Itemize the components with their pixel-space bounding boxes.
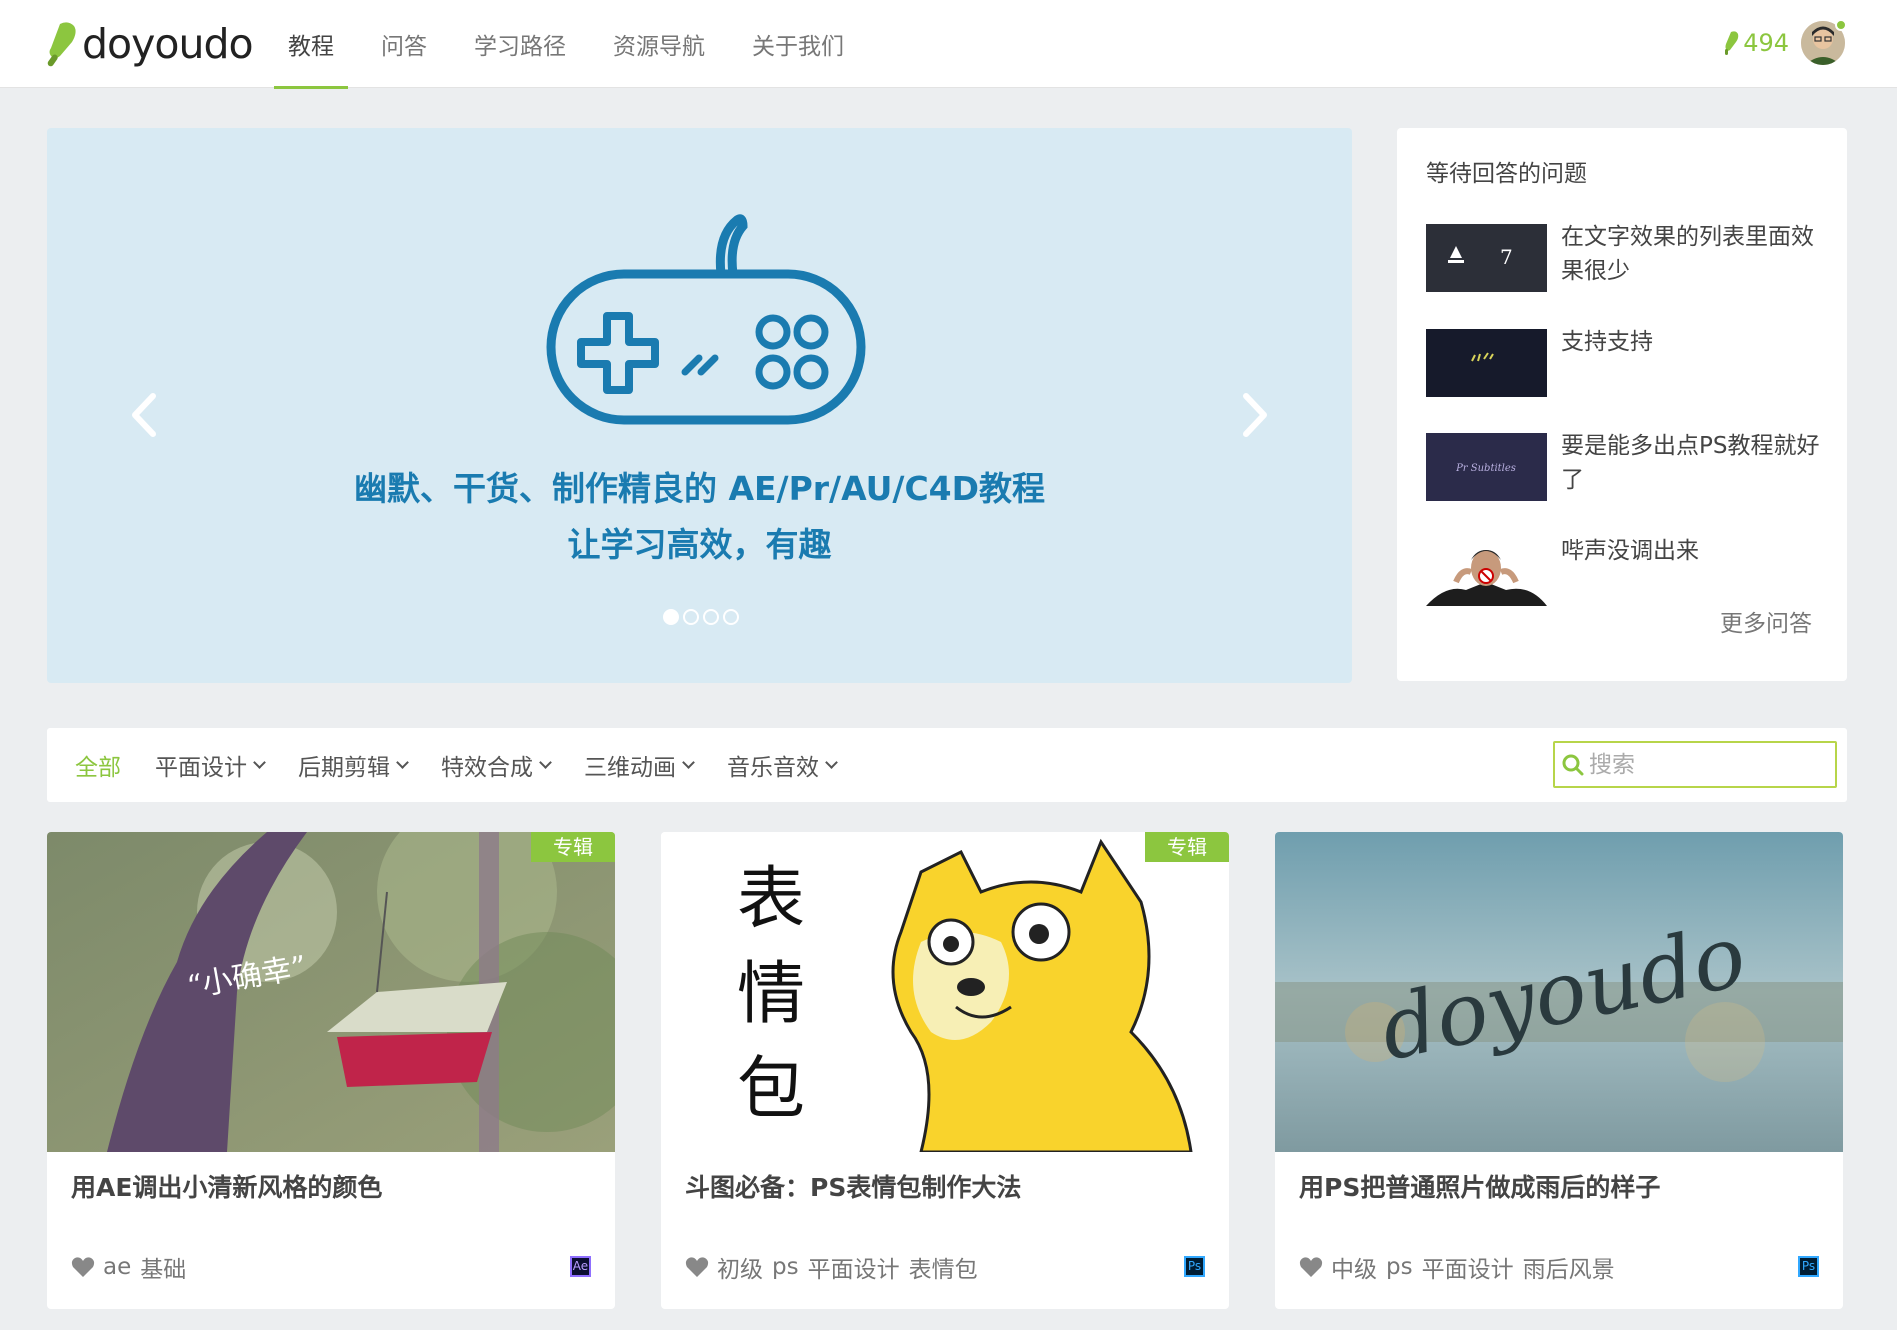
tag[interactable]: 雨后风景 [1523, 1250, 1615, 1284]
slide-dot[interactable] [663, 609, 679, 625]
card-image: doyoudo [1275, 832, 1843, 1152]
filter-label: 特效合成 [441, 755, 533, 781]
nav-learning-path[interactable]: 学习路径 [456, 0, 584, 88]
tag[interactable]: ps [1386, 1254, 1413, 1280]
card-meta: ae 基础 [71, 1250, 195, 1284]
logo[interactable]: doyoudo [46, 20, 254, 68]
chevron-down-icon [253, 756, 266, 769]
filter-graphic-design[interactable]: 平面设计 [155, 748, 266, 782]
question-thumbnail: 7 [1426, 224, 1547, 292]
chevron-down-icon [682, 756, 695, 769]
heart-icon[interactable] [685, 1256, 709, 1278]
search-box [1553, 741, 1837, 788]
svg-text:包: 包 [737, 1050, 805, 1129]
filter-label: 后期剪辑 [298, 755, 390, 781]
hero-banner[interactable]: 幽默、干货、制作精良的 AE/Pr/AU/C4D教程 让学习高效，有趣 [47, 128, 1352, 683]
tag[interactable]: ps [772, 1254, 799, 1280]
question-thumbnail [1426, 329, 1547, 397]
search-icon[interactable] [1561, 753, 1585, 777]
card-title: 用PS把普通照片做成雨后的样子 [1299, 1173, 1661, 1202]
chevron-right-icon[interactable] [1238, 388, 1274, 442]
question-item[interactable]: 支持支持 [1426, 329, 1836, 399]
filter-all[interactable]: 全部 [75, 748, 121, 782]
album-badge: 专辑 [1145, 832, 1229, 862]
points-value: 494 [1743, 29, 1789, 57]
category-list: 全部 平面设计 后期剪辑 特效合成 三维动画 音乐音效 [75, 728, 870, 802]
tag[interactable]: 平面设计 [808, 1250, 900, 1284]
filter-label: 三维动画 [584, 755, 676, 781]
question-item[interactable]: Pr Subtitles 要是能多出点PS教程就好了 [1426, 433, 1836, 503]
question-text: 在文字效果的列表里面效果很少 [1561, 224, 1814, 284]
tag[interactable]: 初级 [717, 1250, 763, 1284]
main-nav: 教程 问答 学习路径 资源导航 关于我们 [270, 0, 873, 89]
question-text: 支持支持 [1561, 329, 1653, 355]
user-points[interactable]: 494 [1724, 29, 1789, 57]
tag[interactable]: 中级 [1331, 1250, 1377, 1284]
chevron-down-icon [825, 756, 838, 769]
tutorial-card[interactable]: doyoudo 用PS把普通照片做成雨后的样子 中级 ps 平面设计 雨后风景 … [1275, 832, 1843, 1309]
slide-dot[interactable] [703, 609, 719, 625]
notification-dot [1835, 19, 1847, 31]
search-input[interactable] [1585, 744, 1825, 785]
slide-indicator [663, 609, 739, 625]
tag[interactable]: 基础 [140, 1250, 186, 1284]
heart-icon[interactable] [1299, 1256, 1323, 1278]
filter-vfx[interactable]: 特效合成 [441, 748, 552, 782]
filter-label: 音乐音效 [727, 755, 819, 781]
category-filter-bar: 全部 平面设计 后期剪辑 特效合成 三维动画 音乐音效 [47, 728, 1847, 802]
tutorial-card[interactable]: 表 情 包 专辑 斗图必备：PS表情包制作大法 初级 ps 平面设计 表情包 P… [661, 832, 1229, 1309]
chevron-down-icon [539, 756, 552, 769]
question-text: 要是能多出点PS教程就好了 [1561, 433, 1820, 493]
question-text: 哔声没调出来 [1561, 538, 1699, 564]
top-nav-bar: doyoudo 教程 问答 学习路径 资源导航 关于我们 494 [0, 0, 1897, 89]
nav-qa[interactable]: 问答 [363, 0, 445, 88]
nav-tutorials[interactable]: 教程 [270, 0, 352, 89]
chevron-left-icon[interactable] [125, 388, 161, 442]
nav-resources[interactable]: 资源导航 [595, 0, 723, 88]
popsicle-icon [1725, 31, 1739, 55]
card-title: 用AE调出小清新风格的颜色 [71, 1173, 383, 1202]
svg-text:Pr Subtitles: Pr Subtitles [1455, 463, 1516, 474]
pending-questions-panel: 等待回答的问题 7 在文字效果的列表里面效果很少 支持支持 Pr Subtitl… [1397, 128, 1847, 681]
banner-subline: 让学习高效，有趣 [567, 525, 832, 564]
question-item[interactable]: 7 在文字效果的列表里面效果很少 [1426, 224, 1836, 294]
question-thumbnail [1426, 538, 1547, 606]
nav-about[interactable]: 关于我们 [734, 0, 862, 88]
card-meta: 中级 ps 平面设计 雨后风景 [1299, 1250, 1624, 1284]
banner-headline: 幽默、干货、制作精良的 AE/Pr/AU/C4D教程 [353, 469, 1046, 508]
question-thumbnail: Pr Subtitles [1426, 433, 1547, 501]
photoshop-icon: Ps [1798, 1256, 1819, 1277]
tutorial-card[interactable]: “小确幸” 专辑 用AE调出小清新风格的颜色 ae 基础 Ae [47, 832, 615, 1309]
filter-audio[interactable]: 音乐音效 [727, 748, 838, 782]
card-image: 表 情 包 专辑 [661, 832, 1229, 1152]
filter-label: 平面设计 [155, 755, 247, 781]
chevron-down-icon [396, 756, 409, 769]
logo-text: doyoudo [82, 20, 254, 68]
tag[interactable]: 平面设计 [1422, 1250, 1514, 1284]
gamepad-icon [546, 214, 866, 425]
card-image: “小确幸” 专辑 [47, 832, 615, 1152]
popsicle-logo-icon [47, 22, 76, 67]
card-meta: 初级 ps 平面设计 表情包 [685, 1250, 987, 1284]
slide-dot[interactable] [683, 609, 699, 625]
tag[interactable]: 表情包 [909, 1250, 978, 1284]
photoshop-icon: Ps [1184, 1256, 1205, 1277]
question-item[interactable]: 哔声没调出来 [1426, 538, 1836, 608]
card-title: 斗图必备：PS表情包制作大法 [685, 1173, 1022, 1202]
slide-dot[interactable] [723, 609, 739, 625]
heart-icon[interactable] [71, 1256, 95, 1278]
svg-text:情: 情 [737, 955, 805, 1034]
tag[interactable]: ae [103, 1254, 131, 1280]
after-effects-icon: Ae [570, 1256, 591, 1277]
svg-text:表: 表 [737, 860, 805, 939]
svg-text:7: 7 [1500, 245, 1513, 269]
filter-label: 全部 [75, 755, 121, 781]
album-badge: 专辑 [531, 832, 615, 862]
more-questions-link[interactable]: 更多问答 [1720, 604, 1812, 638]
panel-title: 等待回答的问题 [1426, 161, 1587, 187]
filter-3d-animation[interactable]: 三维动画 [584, 748, 695, 782]
filter-post-editing[interactable]: 后期剪辑 [298, 748, 409, 782]
